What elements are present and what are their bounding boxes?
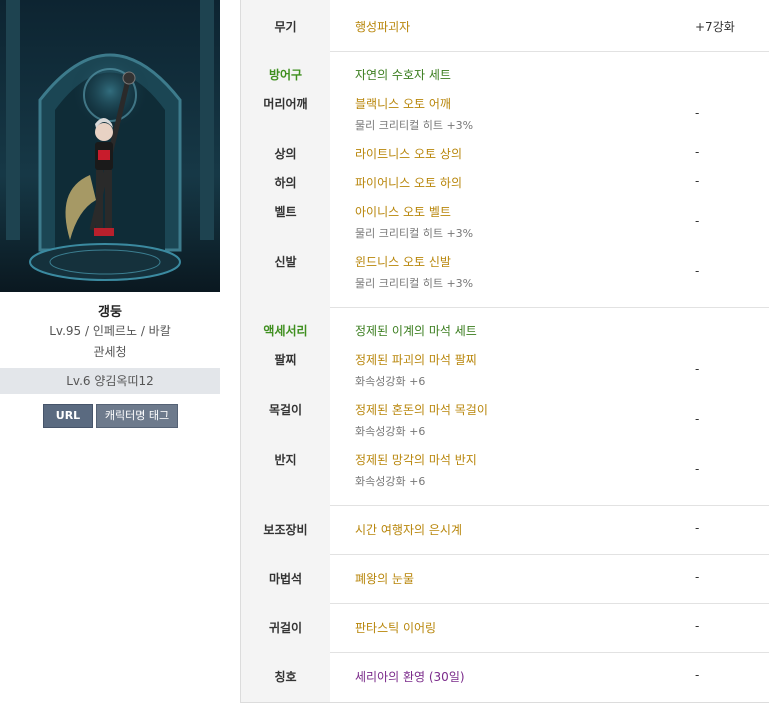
item-magicstone-value: - — [695, 570, 700, 584]
item-ring[interactable]: 정제된 망각의 마석 반지 — [355, 451, 477, 468]
item-bottom[interactable]: 파이어니스 오토 하의 — [355, 174, 462, 191]
item-belt-option: 물리 크리티컬 히트 +3% — [355, 227, 474, 240]
divider — [330, 505, 769, 506]
slot-magicstone: 마법석 — [268, 572, 303, 586]
slot-title: 칭호 — [274, 670, 297, 684]
item-subweapon[interactable]: 시간 여행자의 은시계 — [355, 521, 462, 538]
item-shoulder-option: 물리 크리티컬 히트 +3% — [355, 119, 474, 132]
slot-earring: 귀걸이 — [268, 621, 303, 635]
item-top[interactable]: 라이트니스 오토 상의 — [355, 145, 462, 162]
slot-shoes: 신발 — [274, 255, 297, 269]
character-level-class-server: Lv.95 / 인페르노 / 바칼 — [49, 324, 171, 338]
character-portrait-image — [0, 0, 220, 292]
divider — [330, 603, 769, 604]
equipment-table: 무기 행성파괴자 +7강화 방어구 자연의 수호자 세트 머리어깨 블랙니스 오… — [240, 0, 769, 703]
character-panel: 갱둥 Lv.95 / 인페르노 / 바칼 관세청 Lv.6 양김옥띠12 URL… — [0, 0, 220, 707]
slot-bottom: 하의 — [274, 176, 297, 190]
item-belt-value: - — [695, 214, 700, 228]
item-title[interactable]: 세리아의 환영 (30일) — [355, 668, 465, 685]
item-shoulder-value: - — [695, 106, 700, 120]
item-shoes[interactable]: 윈드니스 오토 신발 — [355, 253, 451, 270]
character-name: 갱둥 — [98, 305, 122, 320]
item-magicstone[interactable]: 폐왕의 눈물 — [355, 570, 414, 587]
divider — [330, 51, 769, 52]
slot-top: 상의 — [274, 147, 297, 161]
armor-set-name[interactable]: 자연의 수호자 세트 — [355, 66, 451, 83]
character-portrait — [0, 0, 220, 292]
item-belt[interactable]: 아이니스 오토 벨트 — [355, 203, 451, 220]
item-shoes-value: - — [695, 264, 700, 278]
divider — [330, 652, 769, 653]
item-ring-value: - — [695, 462, 700, 476]
item-earring-value: - — [695, 619, 700, 633]
character-guild: 관세청 — [93, 345, 127, 359]
item-ring-option: 화속성강화 +6 — [355, 475, 426, 488]
item-necklace[interactable]: 정제된 혼돈의 마석 목걸이 — [355, 401, 488, 418]
slot-necklace: 목걸이 — [268, 403, 303, 417]
item-top-value: - — [695, 145, 700, 159]
slot-ring: 반지 — [274, 453, 297, 467]
item-bracelet-option: 화속성강화 +6 — [355, 375, 426, 388]
item-bracelet-value: - — [695, 362, 700, 376]
item-bottom-value: - — [695, 174, 700, 188]
divider — [330, 554, 769, 555]
character-tag-button[interactable]: 캐릭터명 태그 — [96, 404, 178, 428]
divider — [330, 307, 769, 308]
character-mercenary: Lv.6 양김옥띠12 — [0, 368, 220, 394]
category-armor: 방어구 — [268, 68, 303, 82]
item-bracelet[interactable]: 정제된 파괴의 마석 팔찌 — [355, 351, 477, 368]
item-shoulder[interactable]: 블랙니스 오토 어깨 — [355, 95, 451, 112]
slot-bracelet: 팔찌 — [274, 353, 297, 367]
item-shoes-option: 물리 크리티컬 히트 +3% — [355, 277, 474, 290]
slot-belt: 벨트 — [274, 205, 297, 219]
item-necklace-option: 화속성강화 +6 — [355, 425, 426, 438]
weapon-name[interactable]: 행성파괴자 — [355, 18, 410, 35]
accessory-set-name[interactable]: 정제된 이계의 마석 세트 — [355, 322, 477, 339]
url-button[interactable]: URL — [43, 404, 93, 428]
slot-subweapon: 보조장비 — [263, 523, 308, 537]
slot-shoulder: 머리어깨 — [263, 97, 308, 111]
item-earring[interactable]: 판타스틱 이어링 — [355, 619, 436, 636]
item-necklace-value: - — [695, 412, 700, 426]
item-subweapon-value: - — [695, 521, 700, 535]
category-accessory: 액세서리 — [263, 324, 308, 338]
item-title-value: - — [695, 668, 700, 682]
slot-weapon: 무기 — [274, 20, 297, 34]
weapon-reinforce: +7강화 — [695, 20, 735, 34]
